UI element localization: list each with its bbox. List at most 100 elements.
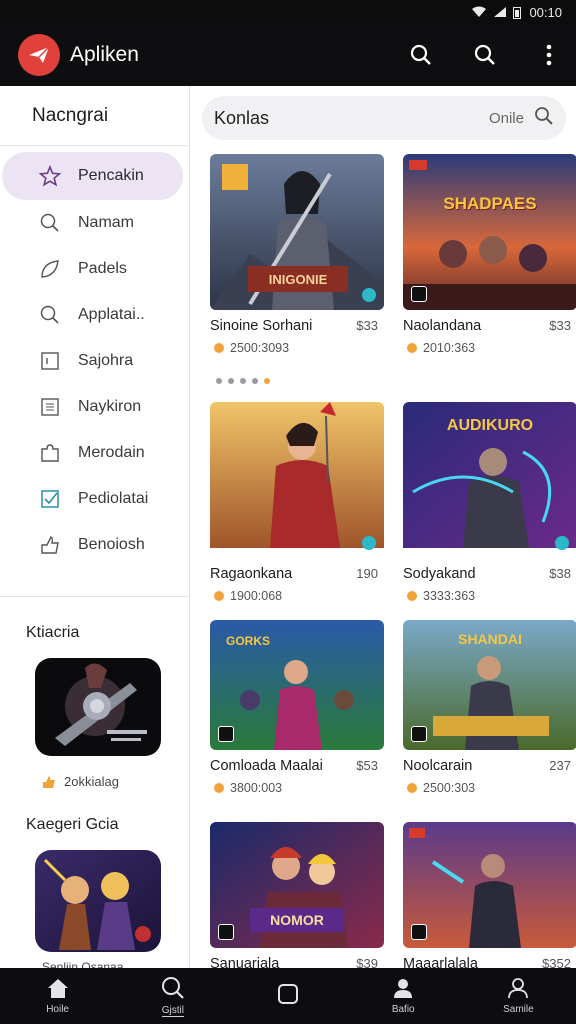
bottom-nav-label: Hoile	[46, 1004, 69, 1015]
leaf-icon	[38, 257, 62, 281]
bottom-nav-label: Gjstil	[161, 1004, 184, 1017]
square-icon	[38, 349, 62, 373]
game-card-1[interactable]: SHADPAES Naolandana $33 2010:363	[403, 154, 576, 355]
game-stats: 2500:303	[403, 781, 576, 795]
platform-icon	[218, 726, 234, 742]
bottom-nav: Hoile Gjstil Bafio Samile	[0, 968, 576, 1024]
game-card-4[interactable]: GORKS Comloada Maalai $53 3800:003	[210, 620, 384, 795]
search-input[interactable]	[214, 107, 489, 129]
category-title: Kaegeri Gcia	[26, 816, 119, 833]
coin-icon	[407, 343, 417, 353]
sidebar-item-6[interactable]: Merodain	[0, 430, 189, 476]
game-title-row: Ragaonkana 190	[210, 566, 382, 582]
square-icon	[278, 983, 298, 1004]
game-banner: GORKS	[225, 634, 270, 648]
battery-icon	[513, 6, 522, 19]
game-title-row: Naolandana $33	[403, 318, 575, 334]
pager-dot[interactable]	[252, 378, 258, 384]
badge-icon	[362, 536, 376, 550]
search-icon[interactable]	[534, 106, 554, 131]
game-thumbnail: NOMOR	[210, 822, 384, 948]
sidebar-item-1[interactable]: Namam	[0, 200, 189, 246]
game-banner: AUDIKURO	[446, 417, 534, 434]
bottom-nav-home[interactable]: Hoile	[0, 968, 115, 1024]
game-title: Sodyakand	[403, 566, 476, 582]
game-card-3[interactable]: AUDIKURO Sodyakand $38 3333:363	[403, 402, 576, 603]
more-vert-icon[interactable]	[536, 42, 562, 68]
coin-icon	[214, 591, 224, 601]
game-title-row: Comloada Maalai $53	[210, 758, 382, 774]
bottom-nav-profile[interactable]: Samile	[461, 968, 576, 1024]
sidebar: Nacngrai Pencakin Namam Padels Applatai.…	[0, 86, 190, 974]
bottom-nav-person[interactable]: Bafio	[346, 968, 461, 1024]
sidebar-item-label: Sajohra	[78, 352, 134, 369]
search-bar: Onile	[202, 96, 566, 140]
game-card-2[interactable]: Ragaonkana 190 1900:068	[210, 402, 384, 603]
sidebar-item-0[interactable]: Pencakin	[2, 152, 183, 200]
game-title-row: Sanuariala $39	[210, 956, 382, 968]
coin-icon	[407, 783, 417, 793]
game-thumbnail	[403, 822, 576, 948]
game-price: $352	[542, 956, 571, 968]
sidebar-item-label: Pencakin	[78, 167, 144, 184]
sidebar-item-7[interactable]: Pediolatai	[0, 476, 189, 522]
badge-icon	[555, 536, 569, 550]
game-price: $33	[549, 318, 571, 333]
game-thumbnail: SHANDAI	[403, 620, 576, 750]
game-stats-text: 2500:303	[423, 781, 476, 795]
game-thumbnail: INIGONIE	[210, 154, 384, 310]
game-price: $39	[356, 956, 378, 968]
sidebar-item-label: Applatai..	[78, 306, 145, 323]
game-card-0[interactable]: INIGONIE Sinoine Sorhani $33 2500:3093	[210, 154, 384, 355]
featured-meta: 2okkialag	[0, 774, 189, 789]
sidebar-item-2[interactable]: Padels	[0, 246, 189, 292]
category-game-card[interactable]	[35, 850, 161, 952]
search-icon	[38, 303, 62, 327]
game-card-5[interactable]: SHANDAI Noolcarain 237 2500:303	[403, 620, 576, 795]
search-icon	[161, 976, 184, 999]
game-card-6[interactable]: NOMOR Sanuariala $39	[210, 822, 384, 968]
game-price: $38	[549, 566, 571, 581]
game-price: 237	[549, 758, 571, 773]
nav-list: Pencakin Namam Padels Applatai.. Sajohra…	[0, 146, 189, 568]
featured-title: Ktiacria	[26, 624, 80, 641]
paper-plane-icon[interactable]	[18, 34, 60, 76]
sidebar-item-3[interactable]: Applatai..	[0, 292, 189, 338]
home-icon	[47, 979, 68, 998]
game-stats-text: 1900:068	[230, 589, 283, 603]
game-title-row: Maaarlalala $352	[403, 956, 575, 968]
sidebar-item-5[interactable]: Naykiron	[0, 384, 189, 430]
platform-icon	[411, 726, 427, 742]
pager-dot-active[interactable]	[264, 378, 270, 384]
grid-icon	[38, 395, 62, 419]
game-title: Sanuariala	[210, 956, 280, 968]
wifi-icon	[472, 6, 487, 17]
game-card-7[interactable]: Maaarlalala $352	[403, 822, 576, 968]
sidebar-item-label: Merodain	[78, 444, 145, 461]
game-title: Ragaonkana	[210, 566, 293, 582]
game-stats-text: 2010:363	[423, 341, 476, 355]
bottom-nav-label: Bafio	[391, 1004, 415, 1015]
person-icon	[394, 979, 413, 998]
pager-dot[interactable]	[240, 378, 246, 384]
game-title-row: Sinoine Sorhani $33	[210, 318, 382, 334]
game-banner: SHANDAI	[458, 631, 522, 647]
thumb-up-icon	[38, 533, 62, 557]
game-stats-text: 3800:003	[230, 781, 283, 795]
star-icon	[38, 164, 62, 188]
search-icon[interactable]	[472, 42, 498, 68]
search-icon[interactable]	[408, 42, 434, 68]
pager-dot[interactable]	[216, 378, 222, 384]
featured-game-art	[35, 658, 161, 756]
category-game-art	[35, 850, 161, 952]
sidebar-item-8[interactable]: Benoiosh	[0, 522, 189, 568]
bottom-nav-square[interactable]	[230, 968, 345, 1024]
search-hint: Onile	[488, 109, 524, 127]
featured-game-card[interactable]	[35, 658, 161, 756]
profile-icon	[508, 978, 529, 999]
sidebar-item-4[interactable]: Sajohra	[0, 338, 189, 384]
featured-section: Ktiacria 2okkialag	[0, 624, 189, 789]
pager-dot[interactable]	[228, 378, 234, 384]
bottom-nav-search[interactable]: Gjstil	[115, 968, 230, 1024]
coin-icon	[407, 591, 417, 601]
